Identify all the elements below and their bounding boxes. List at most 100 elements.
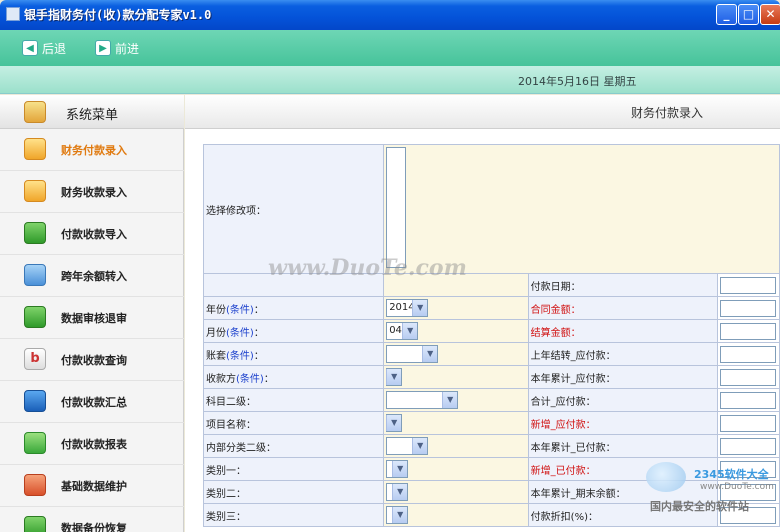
prior-year-payable-input[interactable] <box>719 345 776 363</box>
field-label: 合同金额： <box>527 296 718 320</box>
chevron-down-icon: ▼ <box>392 484 408 500</box>
table-cell: ▼ <box>383 434 529 458</box>
select-edit-list[interactable] <box>386 147 407 268</box>
ytd-payable-input[interactable] <box>719 368 776 386</box>
field-label: 本年累计_应付款： <box>527 365 718 389</box>
field-label: 类别一： <box>203 457 385 481</box>
basket-icon <box>24 306 46 328</box>
gift-icon <box>24 474 46 496</box>
sidebar-item-maintenance[interactable]: 基础数据维护 <box>0 465 184 507</box>
field-label: 项目名称： <box>203 411 385 435</box>
chevron-down-icon: ▼ <box>386 369 402 385</box>
chevron-down-icon: ▼ <box>392 461 408 477</box>
table-cell <box>716 411 780 435</box>
share-icon <box>24 516 46 532</box>
table-cell: 月份(条件)： <box>203 319 385 343</box>
year-select[interactable]: 2014 ▼ <box>386 299 429 317</box>
field-label: 结算金额： <box>527 319 718 343</box>
contract-amount-input[interactable] <box>719 299 776 317</box>
chevron-down-icon: ▼ <box>402 323 418 339</box>
total-payable-input[interactable] <box>719 391 776 409</box>
project-name-select[interactable]: ▼ <box>386 414 403 432</box>
table-cell <box>716 342 780 366</box>
sidebar-item-label: 基础数据维护 <box>61 480 127 493</box>
chevron-down-icon: ▼ <box>386 415 402 431</box>
minimize-button[interactable]: _ <box>716 4 737 25</box>
close-button[interactable]: ✕ <box>760 4 780 25</box>
sidebar-item-backup[interactable]: 数据备份恢复 <box>0 507 184 532</box>
sidebar-item-query[interactable]: b 付款收款查询 <box>0 339 184 381</box>
sidebar-item-label: 付款收款导入 <box>61 228 127 241</box>
subject-level2-select[interactable]: ▼ <box>386 391 459 409</box>
main-header: 财务付款录入 <box>185 95 780 129</box>
field-label: 科目二级： <box>203 388 385 412</box>
sidebar-item-audit[interactable]: 数据审核退审 <box>0 297 184 339</box>
maximize-button[interactable]: □ <box>738 4 759 25</box>
payee-select[interactable]: ▼ <box>386 368 403 386</box>
sidebar-item-label: 财务收款录入 <box>61 186 127 199</box>
chat-bubble-icon <box>24 222 46 244</box>
app-icon <box>6 7 20 21</box>
account-set-select[interactable]: ▼ <box>386 345 439 363</box>
sidebar-item-import[interactable]: 付款收款导入 <box>0 213 184 255</box>
watermark-url: www.DuoTe.com <box>700 482 774 492</box>
field-label-colon: ： <box>253 350 264 362</box>
forward-label: 前进 <box>115 41 140 56</box>
arrow-right-icon: ▶ <box>95 40 111 56</box>
field-label-colon: ： <box>253 327 264 339</box>
watermark-text: www.DuoTe.com <box>268 255 467 281</box>
table-cell <box>716 319 780 343</box>
table-cell: ▼ <box>383 365 529 389</box>
forward-button[interactable]: ▶ 前进 <box>95 39 139 57</box>
sidebar-item-report[interactable]: 付款收款报表 <box>0 423 184 465</box>
field-label: 月份 <box>206 327 226 339</box>
field-label-colon: ： <box>263 373 274 385</box>
watermark-badge: 2345软件大全 www.DuoTe.com 国内最安全的软件站 <box>640 458 780 520</box>
field-label: 收款方 <box>206 373 236 385</box>
category3-select[interactable]: ▼ <box>386 506 409 524</box>
field-label: 付款日期： <box>527 273 718 297</box>
sidebar-item-label: 付款收款报表 <box>61 438 127 451</box>
magnifier-icon <box>24 390 46 412</box>
internal-class-select[interactable]: ▼ <box>386 437 429 455</box>
field-label: 类别二： <box>203 480 385 504</box>
ytd-paid-input[interactable] <box>719 437 776 455</box>
sidebar-item-label: 跨年余额转入 <box>61 270 127 283</box>
table-cell <box>716 434 780 458</box>
table-cell: ▼ <box>383 480 529 504</box>
star-icon <box>24 180 46 202</box>
chevron-down-icon: ▼ <box>412 438 428 454</box>
sidebar-item-summary[interactable]: 付款收款汇总 <box>0 381 184 423</box>
field-label: 本年累计_已付款： <box>527 434 718 458</box>
sidebar-item-receipt-entry[interactable]: 财务收款录入 <box>0 171 184 213</box>
table-cell: ▼ <box>383 411 529 435</box>
settlement-amount-input[interactable] <box>719 322 776 340</box>
month-select-value: 04 <box>389 325 402 336</box>
table-cell: 2014 ▼ <box>383 296 529 320</box>
category1-select[interactable]: ▼ <box>386 460 409 478</box>
sidebar-item-carryover[interactable]: 跨年余额转入 <box>0 255 184 297</box>
field-label: 上年结转_应付款： <box>527 342 718 366</box>
table-cell: 账套(条件)： <box>203 342 385 366</box>
table-cell: 年份(条件)： <box>203 296 385 320</box>
back-button[interactable]: ◀ 后退 <box>22 39 66 57</box>
window-title: 银手指财务付(收)款分配专家v1.0 <box>24 8 212 22</box>
sidebar-item-label: 数据审核退审 <box>61 312 127 325</box>
table-cell: ▼ <box>383 503 529 527</box>
mascot-icon <box>646 462 686 492</box>
payment-date-input[interactable] <box>719 276 776 294</box>
star-icon <box>24 138 46 160</box>
field-label: 新增_应付款： <box>527 411 718 435</box>
b-icon: b <box>24 348 46 370</box>
date-bar: 2014年5月16日 星期五 <box>0 66 780 94</box>
chevron-down-icon: ▼ <box>412 300 428 316</box>
new-payable-input[interactable] <box>719 414 776 432</box>
sidebar-item-payment-entry[interactable]: 财务付款录入 <box>0 129 184 171</box>
condition-tag: (条件) <box>226 350 254 362</box>
month-select[interactable]: 04 ▼ <box>386 322 419 340</box>
refresh-icon <box>24 432 46 454</box>
category2-select[interactable]: ▼ <box>386 483 409 501</box>
condition-tag: (条件) <box>226 304 254 316</box>
field-label-colon: ： <box>253 304 264 316</box>
sidebar-item-label: 数据备份恢复 <box>61 522 127 532</box>
